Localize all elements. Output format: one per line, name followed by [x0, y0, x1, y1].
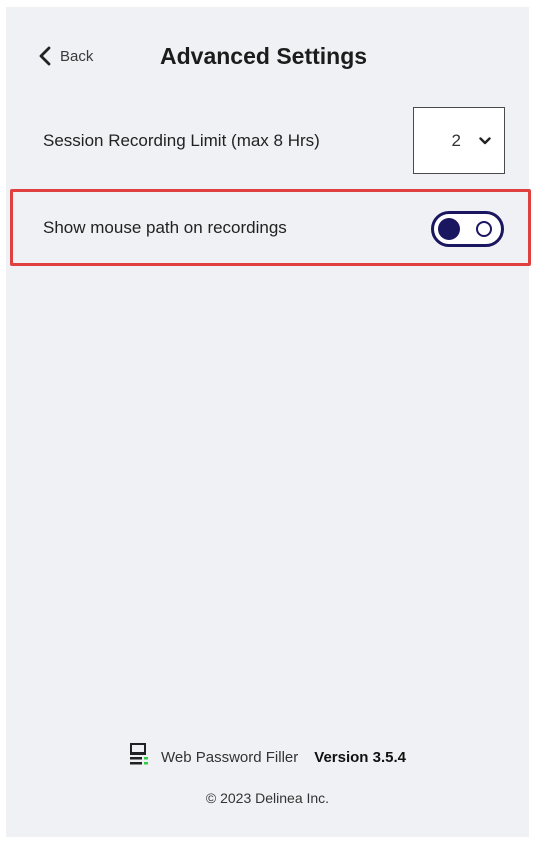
product-name: Web Password Filler	[161, 748, 299, 766]
recording-limit-label: Session Recording Limit (max 8 Hrs)	[43, 131, 320, 150]
recording-limit-value: 2	[451, 130, 461, 150]
back-label: Back	[60, 47, 94, 65]
header: Back Advanced Settings	[6, 40, 529, 80]
back-button[interactable]: Back	[39, 46, 93, 66]
footer-product: Web Password Filler Version 3.5.4	[6, 743, 529, 771]
page-title: Advanced Settings	[160, 43, 368, 69]
toggle-knob	[438, 218, 460, 240]
copyright: © 2023 Delinea Inc.	[205, 790, 330, 806]
mouse-path-toggle[interactable]	[431, 211, 504, 247]
recording-limit-select[interactable]: 2	[413, 107, 505, 174]
version-label: Version 3.5.4	[314, 748, 406, 766]
mouse-path-label: Show mouse path on recordings	[43, 218, 287, 237]
chevron-left-icon	[39, 46, 51, 66]
toggle-off-indicator	[476, 221, 492, 237]
chevron-down-icon	[479, 132, 491, 150]
advanced-settings-panel: Back Advanced Settings Session Recording…	[6, 7, 531, 837]
password-filler-logo-icon	[129, 743, 151, 771]
